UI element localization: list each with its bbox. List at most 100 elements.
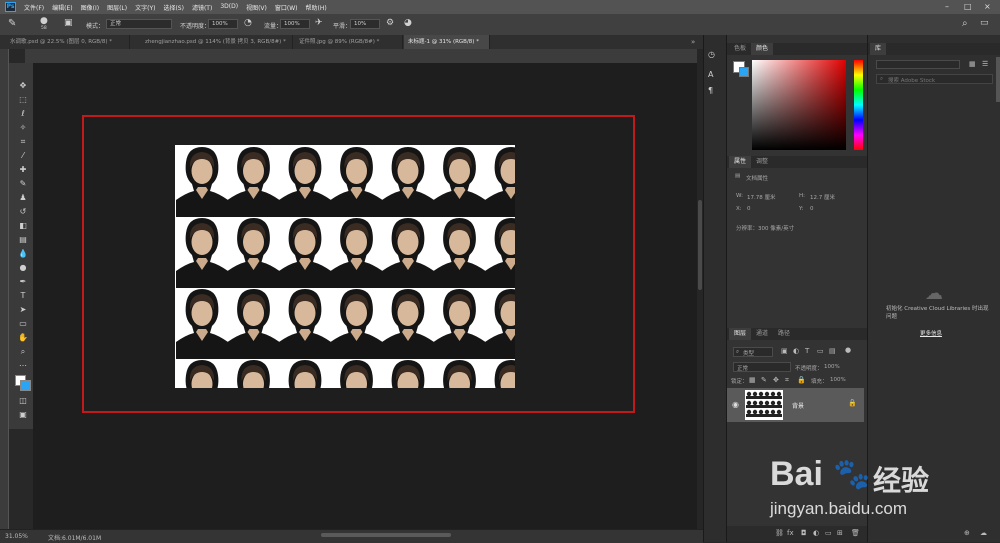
tab-libraries[interactable]: 库 bbox=[870, 43, 887, 55]
quick-mask-icon[interactable]: ◫ bbox=[18, 396, 28, 406]
filter-smart-object-icon[interactable]: ▤ bbox=[829, 347, 836, 355]
more-info-link[interactable]: 更多信息 bbox=[920, 329, 942, 337]
horizontal-scroll-thumb[interactable] bbox=[321, 533, 451, 537]
tab-properties[interactable]: 属性 bbox=[729, 156, 752, 168]
workspace-icon[interactable]: ▭ bbox=[980, 18, 989, 28]
opacity-input[interactable]: 100% bbox=[208, 19, 238, 29]
blur-tool-icon[interactable]: 💧 bbox=[18, 249, 28, 259]
gear-icon[interactable]: ⚙ bbox=[386, 18, 394, 28]
tab-channels[interactable]: 通道 bbox=[751, 328, 773, 340]
delete-layer-icon[interactable]: 🗑 bbox=[851, 529, 860, 537]
hand-tool-icon[interactable]: ✋ bbox=[18, 333, 28, 343]
new-layer-icon[interactable]: ⊞ bbox=[837, 529, 843, 537]
eraser-tool-icon[interactable]: ◧ bbox=[18, 221, 28, 231]
close-button[interactable]: × bbox=[984, 2, 991, 11]
maximize-button[interactable]: □ bbox=[964, 2, 972, 11]
menu-window[interactable]: 窗口(W) bbox=[275, 3, 298, 12]
document-size[interactable]: 文档:6.01M/6.01M bbox=[48, 533, 101, 542]
path-select-tool-icon[interactable]: ➤ bbox=[18, 305, 28, 315]
tab-swatches[interactable]: 色板 bbox=[729, 43, 751, 55]
crop-tool-icon[interactable]: ⌗ bbox=[18, 137, 28, 147]
menu-image[interactable]: 图像(I) bbox=[81, 3, 99, 12]
document-canvas[interactable] bbox=[175, 145, 515, 388]
more-tools-icon[interactable]: … bbox=[18, 359, 28, 369]
lock-image-icon[interactable]: ✎ bbox=[761, 376, 767, 384]
lock-artboard-icon[interactable]: ⌗ bbox=[785, 376, 789, 385]
library-cloud-icon[interactable]: ☁ bbox=[980, 529, 987, 537]
marquee-tool-icon[interactable]: ⬚ bbox=[18, 95, 28, 105]
lock-transparent-icon[interactable]: ▦ bbox=[749, 376, 756, 384]
vertical-scroll-thumb[interactable] bbox=[698, 200, 702, 290]
pressure-opacity-icon[interactable]: ◔ bbox=[244, 18, 252, 28]
menu-select[interactable]: 选择(S) bbox=[163, 3, 184, 12]
menu-3d[interactable]: 3D(D) bbox=[220, 3, 238, 12]
menu-type[interactable]: 文字(Y) bbox=[135, 3, 155, 12]
search-icon[interactable]: ⌕ bbox=[962, 18, 968, 29]
minimize-button[interactable]: – bbox=[945, 2, 949, 11]
healing-tool-icon[interactable]: ✚ bbox=[18, 165, 28, 175]
menu-file[interactable]: 文件(F) bbox=[24, 3, 44, 12]
pen-tool-icon[interactable]: ✒ bbox=[18, 277, 28, 287]
link-layers-icon[interactable]: ⛓ bbox=[775, 529, 784, 537]
filter-type-icon[interactable]: T bbox=[805, 347, 809, 355]
layer-name[interactable]: 背景 bbox=[792, 401, 804, 410]
shape-tool-icon[interactable]: ▭ bbox=[18, 319, 28, 329]
add-mask-icon[interactable]: ◘ bbox=[801, 529, 807, 537]
gradient-tool-icon[interactable]: ▤ bbox=[18, 235, 28, 245]
y-value[interactable]: 0 bbox=[810, 206, 814, 212]
background-color-swatch[interactable] bbox=[20, 380, 31, 391]
tab-document-4[interactable]: 未标题-1 @ 31% (RGB/8) * bbox=[404, 35, 490, 49]
tab-paths[interactable]: 路径 bbox=[773, 328, 795, 340]
grid-view-icon[interactable]: ▦ bbox=[969, 60, 976, 68]
mode-select[interactable]: 正常 bbox=[106, 19, 172, 29]
move-tool-icon[interactable]: ✥ bbox=[18, 81, 28, 91]
new-group-icon[interactable]: ▭ bbox=[825, 529, 832, 537]
tab-document-1[interactable]: 水调歌.psd @ 22.5% (图层 0, RGB/8) * bbox=[6, 35, 130, 49]
character-panel-icon[interactable]: A bbox=[708, 70, 713, 79]
paragraph-panel-icon[interactable]: ¶ bbox=[708, 86, 713, 95]
brush-preset-icon[interactable]: ● bbox=[40, 16, 48, 26]
quick-select-tool-icon[interactable]: ✧ bbox=[18, 123, 28, 133]
history-panel-icon[interactable]: ◷ bbox=[708, 50, 715, 59]
tabs-overflow-icon[interactable]: » bbox=[691, 38, 695, 46]
stock-search-input[interactable]: ⌕ 搜索 Adobe Stock bbox=[876, 74, 993, 84]
eyedropper-tool-icon[interactable]: ⁄ bbox=[18, 151, 28, 161]
layer-filter-select[interactable]: ⌕ 类型 bbox=[733, 347, 773, 357]
lock-all-icon[interactable]: 🔒 bbox=[797, 376, 806, 384]
zoom-level[interactable]: 31.05% bbox=[5, 533, 28, 540]
menu-layer[interactable]: 图层(L) bbox=[107, 3, 127, 12]
clone-stamp-tool-icon[interactable]: ♟ bbox=[18, 193, 28, 203]
menu-help[interactable]: 帮助(H) bbox=[306, 3, 327, 12]
type-tool-icon[interactable]: T bbox=[18, 291, 28, 301]
visibility-eye-icon[interactable]: ◉ bbox=[732, 400, 739, 409]
fill-value[interactable]: 100% bbox=[830, 377, 846, 383]
tab-document-2[interactable]: zhengjianzhao.psd @ 114% (背景 拷贝 3, RGB/8… bbox=[141, 35, 293, 49]
flow-input[interactable]: 100% bbox=[280, 19, 310, 29]
libraries-scrollbar[interactable] bbox=[996, 57, 1000, 102]
filter-adjustment-icon[interactable]: ◐ bbox=[793, 347, 799, 355]
layer-opacity-value[interactable]: 100% bbox=[824, 364, 840, 370]
library-select[interactable] bbox=[876, 60, 960, 69]
new-adjustment-icon[interactable]: ◐ bbox=[813, 529, 819, 537]
tab-document-3[interactable]: 证件照.jpg @ 89% (RGB/8#) * bbox=[295, 35, 403, 49]
brush-panel-icon[interactable]: ▣ bbox=[64, 18, 73, 28]
list-view-icon[interactable]: ☰ bbox=[982, 60, 988, 68]
width-value[interactable]: 17.78 厘米 bbox=[747, 193, 776, 201]
brush-tool-icon[interactable]: ✎ bbox=[8, 18, 16, 29]
blend-mode-select[interactable]: 正常 bbox=[733, 362, 791, 372]
lasso-tool-icon[interactable]: ℓ bbox=[18, 109, 28, 119]
color-picker-field[interactable] bbox=[752, 60, 846, 150]
height-value[interactable]: 12.7 厘米 bbox=[810, 193, 835, 201]
tab-color[interactable]: 颜色 bbox=[751, 43, 774, 55]
zoom-tool-icon[interactable]: ⌕ bbox=[18, 347, 28, 357]
x-value[interactable]: 0 bbox=[747, 206, 751, 212]
pressure-size-icon[interactable]: ◕ bbox=[404, 18, 412, 28]
layer-style-icon[interactable]: fx bbox=[787, 529, 794, 537]
menu-filter[interactable]: 滤镜(T) bbox=[192, 3, 212, 12]
filter-pixel-icon[interactable]: ▣ bbox=[781, 347, 788, 355]
menu-edit[interactable]: 编辑(E) bbox=[52, 3, 72, 12]
color-bg-swatch[interactable] bbox=[739, 67, 749, 77]
filter-shape-icon[interactable]: ▭ bbox=[817, 347, 824, 355]
filter-toggle-icon[interactable]: ● bbox=[845, 346, 851, 354]
tab-adjustments[interactable]: 调整 bbox=[751, 156, 773, 168]
